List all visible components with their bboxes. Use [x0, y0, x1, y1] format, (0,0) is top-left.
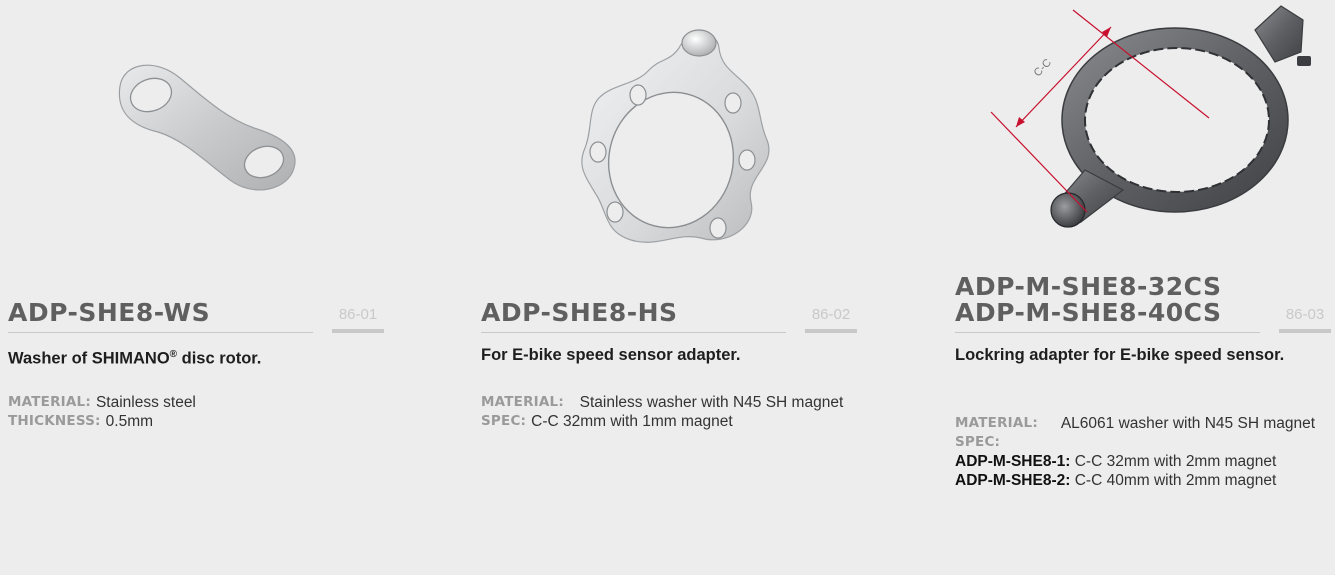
spec-value: AL6061 washer with N45 SH magnet [1060, 415, 1316, 432]
product-image-sensor-washer [481, 0, 861, 265]
variant-value: C-C 40mm with 2mm magnet [1074, 472, 1277, 489]
code-underline [1279, 329, 1331, 333]
code-underline [332, 329, 384, 333]
description-text: Washer of SHIMANO [8, 349, 170, 368]
code-underline [805, 329, 857, 333]
spec-row-spec: SPEC: C-C 32mm with 1mm magnet [481, 412, 859, 431]
product-name-line: ADP-M-SHE8-40CS [955, 298, 1222, 327]
spec-value: Stainless steel [95, 394, 196, 411]
product-name: ADP-SHE8-HS [481, 300, 678, 326]
spec-variant: ADP-M-SHE8-1: C-C 32mm with 2mm magnet [955, 452, 1333, 471]
spec-label: MATERIAL: [955, 415, 1038, 431]
title-divider [8, 332, 313, 333]
product-title-row: ADP-SHE8-WS 86-01 [8, 270, 386, 333]
product-name: ADP-M-SHE8-32CS ADP-M-SHE8-40CS [955, 274, 1222, 326]
product-name-line: ADP-SHE8-WS [8, 298, 211, 327]
product-name-line: ADP-M-SHE8-32CS [955, 272, 1222, 301]
product-image-washer [8, 0, 388, 265]
spec-variant: ADP-M-SHE8-2: C-C 40mm with 2mm magnet [955, 471, 1333, 490]
spec-row-spec: SPEC: [955, 433, 1333, 452]
product-code: 86-01 [338, 306, 378, 323]
product-title-row: ADP-M-SHE8-32CS ADP-M-SHE8-40CS 86-03 [955, 248, 1333, 333]
product-title-row: ADP-SHE8-HS 86-02 [481, 270, 859, 333]
product-name: ADP-SHE8-WS [8, 300, 210, 326]
product-specs: MATERIAL: AL6061 washer with N45 SH magn… [955, 414, 1333, 490]
product-card-adp-she8-hs: ADP-SHE8-HS 86-02 For E-bike speed senso… [481, 0, 861, 575]
product-specs: MATERIAL: Stainless steel THICKNESS: 0.5… [8, 393, 386, 431]
spec-value: 0.5mm [105, 413, 154, 430]
product-description: For E-bike speed sensor adapter. [481, 346, 741, 364]
variant-value: C-C 32mm with 2mm magnet [1074, 453, 1277, 470]
spec-label: MATERIAL: [8, 394, 91, 410]
product-specs: MATERIAL: Stainless washer with N45 SH m… [481, 393, 859, 431]
spec-label: MATERIAL: [481, 394, 564, 410]
spec-row-material: MATERIAL: AL6061 washer with N45 SH magn… [955, 414, 1333, 433]
product-code: 86-03 [1285, 306, 1325, 323]
product-card-adp-m-she8-cs: C-C ADP-M-SHE8-32CS ADP-M-SHE8-40CS 86-0… [955, 0, 1335, 575]
spec-value: Stainless washer with N45 SH magnet [579, 394, 844, 411]
description-tail: disc rotor. [177, 349, 262, 368]
variant-model: ADP-M-SHE8-1: [955, 453, 1071, 470]
spec-row-material: MATERIAL: Stainless steel [8, 393, 386, 412]
registered-mark: ® [169, 349, 178, 360]
spec-label: SPEC: [955, 434, 1001, 450]
spec-label: THICKNESS: [8, 413, 101, 429]
spec-row-thickness: THICKNESS: 0.5mm [8, 412, 386, 431]
title-divider [955, 332, 1260, 333]
product-name-line: ADP-SHE8-HS [481, 298, 678, 327]
variant-model: ADP-M-SHE8-2: [955, 472, 1071, 489]
product-description: Lockring adapter for E-bike speed sensor… [955, 346, 1285, 364]
product-card-adp-she8-ws: ADP-SHE8-WS 86-01 Washer of SHIMANO® dis… [8, 0, 388, 575]
spec-row-material: MATERIAL: Stainless washer with N45 SH m… [481, 393, 859, 412]
product-code: 86-02 [811, 306, 851, 323]
title-divider [481, 332, 786, 333]
spec-label: SPEC: [481, 413, 527, 429]
spec-value: C-C 32mm with 1mm magnet [531, 413, 733, 430]
product-image-lockring-adapter: C-C [955, 0, 1335, 265]
product-description: Washer of SHIMANO® disc rotor. [8, 345, 368, 369]
